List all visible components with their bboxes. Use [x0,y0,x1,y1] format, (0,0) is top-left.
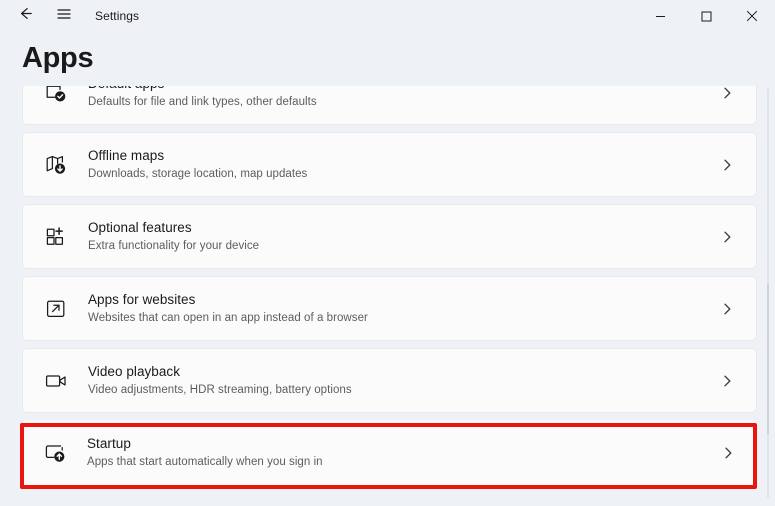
back-button[interactable] [8,0,42,32]
close-icon [746,10,758,22]
settings-row-apps-for-websites[interactable]: Apps for websites Websites that can open … [22,276,757,341]
vertical-scrollbar[interactable] [767,88,769,498]
chevron-right-icon[interactable] [712,294,742,324]
window-title: Settings [95,9,140,23]
maximize-icon [701,11,712,22]
hamburger-menu-icon [56,6,72,27]
default-apps-icon [44,84,68,105]
startup-icon [43,441,67,465]
chevron-right-icon[interactable] [712,84,742,108]
settings-row-subtitle: Downloads, storage location, map updates [88,167,308,180]
settings-row-title: Optional features [88,219,192,235]
back-arrow-icon [17,5,34,27]
settings-row-text: Optional features Extra functionality for… [88,219,712,255]
minimize-button[interactable] [637,0,683,32]
chevron-right-icon[interactable] [712,222,742,252]
settings-row-title: Startup [87,435,131,451]
close-button[interactable] [729,0,775,32]
optional-features-icon [44,225,68,249]
settings-row-text: Default appsDefaults for file and link t… [88,84,712,111]
video-playback-icon [44,369,68,393]
settings-row-title: Video playback [88,363,181,379]
settings-row-subtitle: Video adjustments, HDR streaming, batter… [88,383,352,396]
minimize-icon [655,11,666,22]
settings-row-subtitle: Apps that start automatically when you s… [87,455,323,468]
chevron-right-icon[interactable] [712,366,742,396]
settings-row-text: Apps for websites Websites that can open … [88,291,712,327]
scrollbar-thumb[interactable] [767,284,769,434]
scroll-top-mask [0,76,775,86]
chevron-right-icon[interactable] [713,438,743,468]
settings-row-text: Video playback Video adjustments, HDR str… [88,363,712,399]
settings-row-default-apps[interactable]: Default appsDefaults for file and link t… [22,84,757,125]
settings-row-title: Offline maps [88,147,165,163]
settings-row-subtitle: Defaults for file and link types, other … [88,95,317,108]
chevron-right-icon[interactable] [712,150,742,180]
maximize-button[interactable] [683,0,729,32]
settings-window: Settings Apps Defaults for file and link… [0,0,775,506]
settings-row-video-playback[interactable]: Video playback Video adjustments, HDR str… [22,348,757,413]
settings-scroll-region[interactable]: Default appsDefaults for file and link t… [0,84,775,506]
menu-button[interactable] [47,0,81,32]
offline-maps-icon [44,153,68,177]
settings-card-list: Default appsDefaults for file and link t… [0,84,775,492]
apps-for-websites-icon [44,297,68,321]
settings-row-subtitle: Extra functionality for your device [88,239,260,252]
settings-row-optional-features[interactable]: Optional features Extra functionality for… [22,204,757,269]
settings-row-text: Offline maps Downloads, storage location,… [88,147,712,183]
window-controls [637,0,775,32]
settings-row-offline-maps[interactable]: Offline maps Downloads, storage location,… [22,132,757,197]
settings-row-subtitle: Websites that can open in an app instead… [88,311,368,324]
settings-row-title: Apps for websites [88,291,196,307]
settings-row-text: Startup Apps that start automatically whe… [87,435,713,471]
settings-row-startup[interactable]: Startup Apps that start automatically whe… [22,420,757,485]
page-title: Apps [22,42,94,74]
title-bar: Settings [0,0,775,32]
